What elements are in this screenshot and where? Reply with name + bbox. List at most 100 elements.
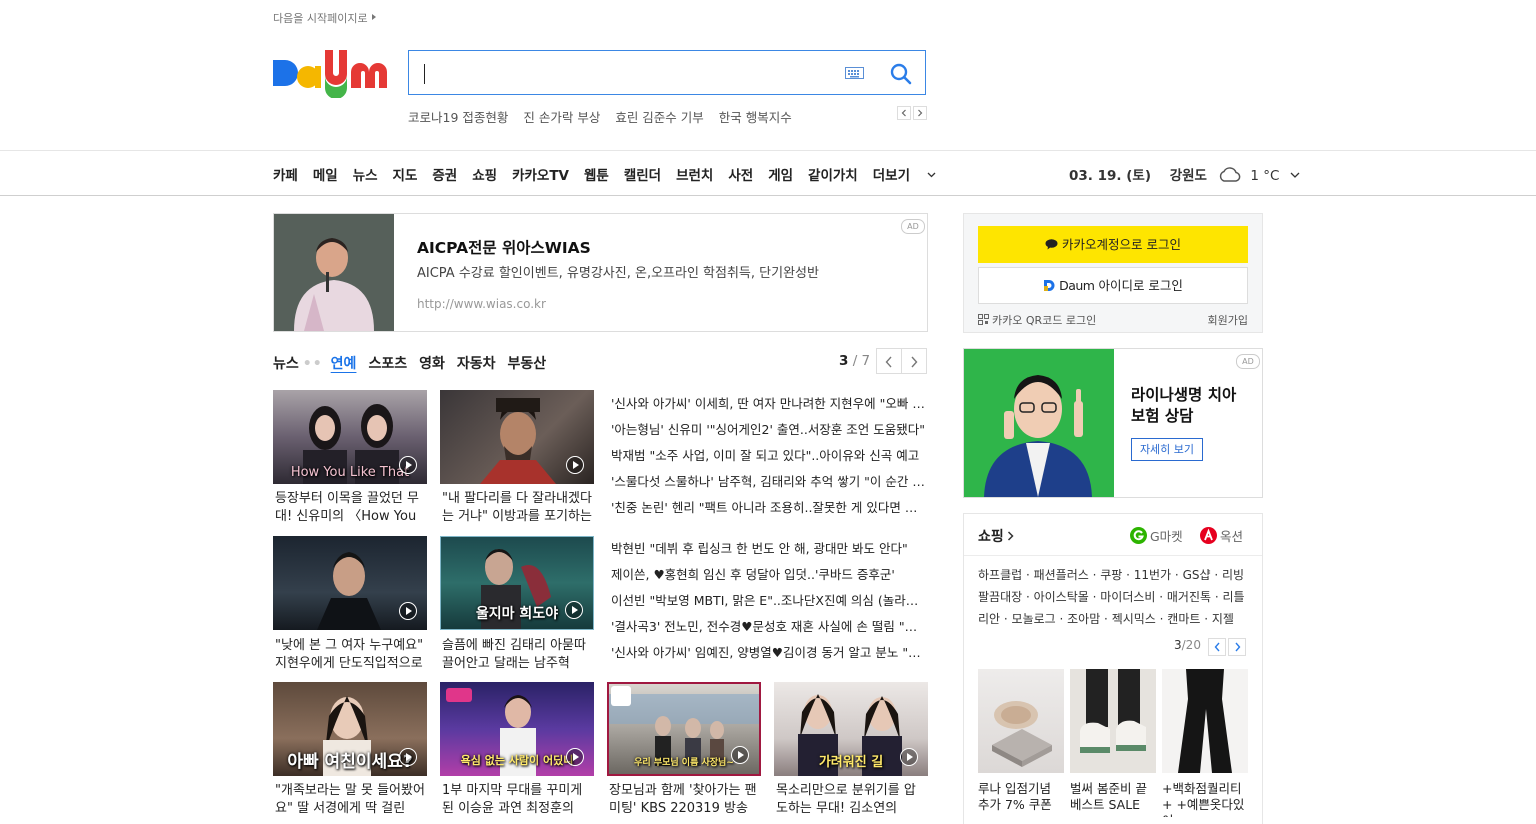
ad-image: [274, 214, 394, 331]
ad-title[interactable]: AICPA전문 위아스WIAS: [417, 236, 591, 258]
ad-banner[interactable]: AICPA전문 위아스WIAS AICPA 수강료 할인이벤트, 유명강사진, …: [273, 213, 928, 332]
nav-together[interactable]: 같이가치: [808, 168, 858, 184]
news-thumbnail[interactable]: How You Like That: [273, 390, 427, 484]
news-thumbnail[interactable]: 우리 부모님 이름 사장님~: [607, 682, 761, 776]
chevron-right-icon: [1235, 642, 1241, 652]
auction-link[interactable]: 옥션: [1200, 526, 1243, 545]
headline-list: 박현빈 "데뷔 후 립싱크 한 번도 안 해, 광대만 봐도 안다" 제이쓴, …: [611, 536, 927, 666]
tab-entertainment[interactable]: 연예: [331, 356, 357, 372]
side-ad-banner[interactable]: 라이나생명 치아보험 상담 자세히 보기 AD: [963, 348, 1263, 498]
headline-item[interactable]: 이선빈 "박보영 MBTI, 맑은 E"..조나단X진예 의심 (놀라운 토요일…: [611, 588, 927, 614]
news-thumbnail[interactable]: 가려워진 길: [774, 682, 928, 776]
cloud-icon: [1219, 167, 1241, 182]
daum-logo[interactable]: [273, 48, 389, 98]
nav-calendar[interactable]: 캘린더: [624, 168, 661, 184]
temperature-label: 1 °C: [1250, 168, 1280, 184]
news-title[interactable]: "개족보라는 말 못 들어봤어요" 딸 서경에게 딱 걸린: [275, 782, 425, 818]
news-thumbnail[interactable]: 울지마 희도야: [440, 536, 594, 630]
search-icon[interactable]: [889, 62, 913, 86]
nav-more-button[interactable]: 더보기: [873, 168, 936, 184]
news-title[interactable]: 등장부터 이목을 끌었던 무대! 신유미의 〈How You Like That…: [275, 490, 425, 526]
nav-dictionary[interactable]: 사전: [728, 168, 753, 184]
search-box[interactable]: [408, 50, 926, 95]
news-title[interactable]: "낮에 본 그 여자 누구예요" 지현우에게 단도직입적으로: [275, 637, 425, 673]
tab-sports[interactable]: 스포츠: [368, 356, 407, 372]
play-icon: [565, 601, 583, 619]
trend-prev-button[interactable]: [897, 106, 911, 120]
play-icon: [399, 748, 417, 766]
product-title[interactable]: 루나 입점기념 추가 7% 쿠폰: [978, 781, 1064, 817]
news-thumbnail[interactable]: 아빠 여친이세요?: [273, 682, 427, 776]
ad-image: [964, 349, 1114, 497]
shopping-next-button[interactable]: [1228, 638, 1246, 656]
weather-widget[interactable]: 03. 19. (토) 강원도 1 °C: [1069, 164, 1300, 184]
product-image[interactable]: [1162, 669, 1248, 773]
trend-keyword[interactable]: 코로나19 접종현황: [408, 110, 508, 125]
headline-item[interactable]: 박현빈 "데뷔 후 립싱크 한 번도 안 해, 광대만 봐도 안다": [611, 536, 927, 562]
daum-login-button[interactable]: Daum 아이디로 로그인: [978, 267, 1248, 304]
product-image[interactable]: [1070, 669, 1156, 773]
headline-item[interactable]: '아는형님' 신유미 '"싱어게인2' 출연..서장훈 조언 도움됐다": [611, 417, 927, 443]
nav-shopping[interactable]: 쇼핑: [472, 168, 497, 184]
ad-url[interactable]: http://www.wias.co.kr: [417, 297, 546, 311]
tab-news[interactable]: 뉴스: [273, 356, 299, 372]
keyboard-icon[interactable]: [845, 67, 864, 79]
news-next-button[interactable]: [901, 348, 927, 374]
headline-item[interactable]: '스물다섯 스물하나' 남주혁, 김태리와 추억 쌓기 "이 순간 영원히": [611, 469, 927, 495]
headline-item[interactable]: 제이쓴, ♥홍현희 임신 후 덩달아 입덧..'쿠바드 증후군': [611, 562, 927, 588]
product-image[interactable]: [978, 669, 1064, 773]
chevron-right-icon: [1007, 531, 1014, 541]
shopping-prev-button[interactable]: [1208, 638, 1226, 656]
headline-item[interactable]: '신사와 아가씨' 임예진, 양병열♥김이경 동거 알고 분노 "당장 나가": [611, 640, 927, 666]
news-title[interactable]: 슬픔에 빠진 김태리 아묻따 끌어안고 달래는 남주혁: [442, 637, 592, 673]
news-thumbnail[interactable]: [440, 390, 594, 484]
news-thumbnail[interactable]: 욕심 없는 사람이 어딨니: [440, 682, 594, 776]
news-title[interactable]: "내 팔다리를 다 잘라내겠다는 거냐" 이방과를 포기하는: [442, 490, 592, 526]
news-title[interactable]: 목소리만으로 분위기를 압도하는 무대! 김소연의: [776, 782, 926, 818]
shopping-links[interactable]: 하프클럽 · 패션플러스 · 쿠팡 · 11번가 · GS샵 · 리빙팔끔대장 …: [978, 564, 1250, 630]
news-prev-button[interactable]: [876, 348, 902, 374]
shopping-title[interactable]: 쇼핑: [978, 526, 1014, 546]
play-icon: [900, 748, 918, 766]
nav-brunch[interactable]: 브런치: [676, 168, 713, 184]
tab-movie[interactable]: 영화: [419, 356, 445, 372]
headline-item[interactable]: '친중 논린' 헨리 "팩트 아니라 조용히..잘못한 게 있다면 고칠 것": [611, 495, 927, 521]
headline-item[interactable]: '결사곡3' 전노민, 전수경♥문성호 재혼 사실에 손 떨림 "얼마나": [611, 614, 927, 640]
service-nav: 카페 메일 뉴스 지도 증권 쇼핑 카카오TV 웹툰 캘린더 브런치 사전 게임 같이가치 더보기: [273, 164, 951, 184]
news-title[interactable]: 장모님과 함께 '찾아가는 팬 미팅' KBS 220319 방송: [609, 782, 759, 818]
nav-mail[interactable]: 메일: [313, 168, 338, 184]
login-box: 카카오계정으로 로그인 Daum 아이디로 로그인 카카오 QR코드 로그인 회…: [963, 213, 1263, 333]
news-thumbnail[interactable]: [273, 536, 427, 630]
news-title[interactable]: 1부 마지막 무대를 꾸미게 된 이승윤 과연 최정훈의: [442, 782, 592, 818]
tab-car[interactable]: 자동차: [457, 356, 496, 372]
search-input[interactable]: [429, 61, 833, 87]
product-title[interactable]: +백화점퀄리티+ +예쁜옷다있어+: [1162, 781, 1248, 817]
play-icon: [731, 746, 749, 764]
nav-cafe[interactable]: 카페: [273, 168, 298, 184]
nav-stock[interactable]: 증권: [432, 168, 457, 184]
trend-keyword[interactable]: 한국 행복지수: [719, 110, 792, 125]
shopping-box: 쇼핑 G마켓 옥션 하프클럽 · 패션플러스 · 쿠팡 · 11번가 · GS샵…: [963, 513, 1263, 824]
text-caret: [424, 64, 425, 84]
nav-kakaotv[interactable]: 카카오TV: [512, 168, 569, 184]
trend-next-button[interactable]: [913, 106, 927, 120]
trend-keyword[interactable]: 효린 김준수 기부: [615, 110, 703, 125]
qr-login-link[interactable]: 카카오 QR코드 로그인: [978, 312, 1096, 328]
headline-item[interactable]: 박재범 "소주 사업, 이미 잘 되고 있다"..아이유와 신곡 예고: [611, 443, 927, 469]
signup-link[interactable]: 회원가입: [1208, 312, 1248, 328]
nav-news[interactable]: 뉴스: [353, 168, 378, 184]
ad-title[interactable]: 라이나생명 치아보험 상담: [1131, 385, 1243, 427]
gmarket-link[interactable]: G마켓: [1130, 526, 1183, 545]
product-title[interactable]: 벌써 봄준비 끝 베스트 SALE: [1070, 781, 1156, 817]
set-start-page-link[interactable]: 다음을 시작페이지로: [273, 10, 376, 26]
nav-map[interactable]: 지도: [393, 168, 418, 184]
chevron-right-icon: [918, 109, 923, 117]
kakao-login-button[interactable]: 카카오계정으로 로그인: [978, 226, 1248, 263]
nav-webtoon[interactable]: 웹툰: [584, 168, 609, 184]
headline-item[interactable]: '신사와 아가씨' 이세희, 딴 여자 만나려한 지현우에 "오빠 만나려고": [611, 391, 927, 417]
trend-keyword[interactable]: 진 손가락 부상: [523, 110, 600, 125]
ad-detail-button[interactable]: 자세히 보기: [1131, 438, 1203, 461]
arrow-right-icon: [371, 14, 376, 20]
nav-game[interactable]: 게임: [768, 168, 793, 184]
tab-realestate[interactable]: 부동산: [507, 356, 546, 372]
